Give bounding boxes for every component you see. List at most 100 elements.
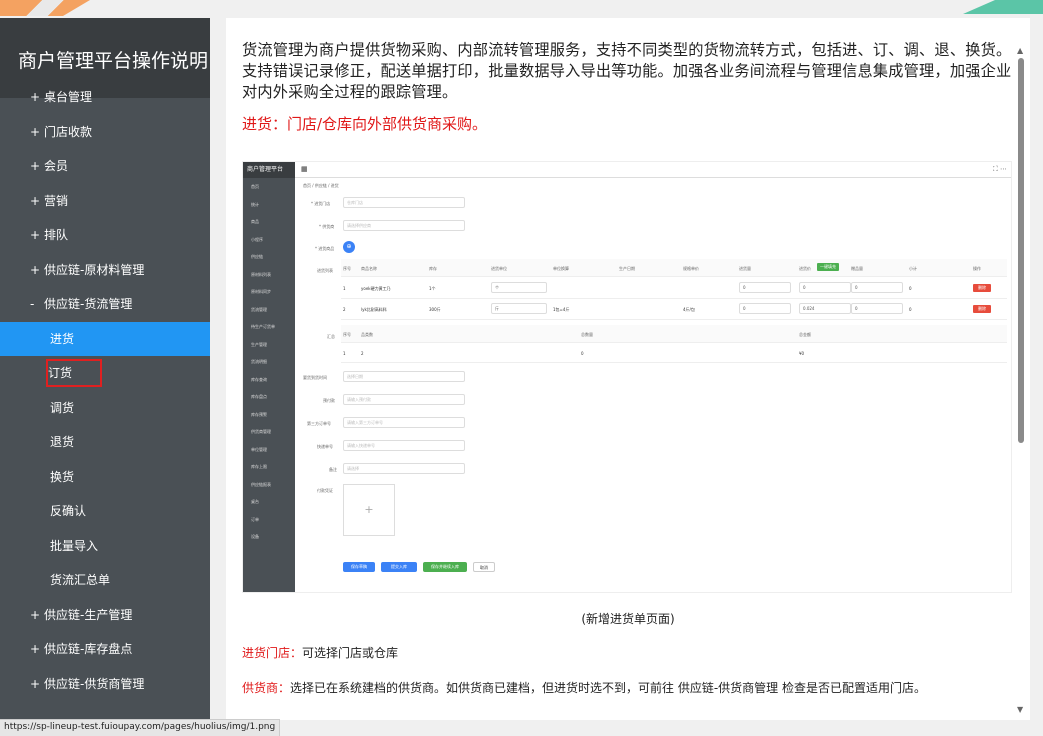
supplier-select[interactable]: 请选择供应商	[343, 220, 465, 231]
form-button[interactable]: 提交入库	[381, 562, 417, 572]
sidebar-item[interactable]: + 桌台管理	[0, 80, 210, 115]
embedded-menu-item[interactable]: 待生产订货单	[243, 318, 295, 336]
embedded-menu-item[interactable]: 供应链	[243, 248, 295, 266]
top-left-decoration	[0, 0, 90, 16]
form-button[interactable]: 取消	[473, 562, 495, 572]
table-header: 进货单位	[491, 266, 507, 271]
third-order-input[interactable]: 请输入第三方订单号	[343, 417, 465, 428]
voucher-upload[interactable]: +	[343, 484, 395, 536]
embedded-menu-item[interactable]: 货流明细	[243, 353, 295, 371]
supplier-desc: 选择已在系统建档的供货商。如供货商已建档，但进货时选不到，可前往 供应链-供货商…	[290, 681, 926, 695]
table-header: 商品名称	[361, 266, 377, 271]
delete-button[interactable]: 删除	[973, 284, 991, 292]
table-cell: 0	[909, 307, 912, 312]
embedded-menu-item[interactable]: 订单	[243, 511, 295, 529]
qty-input[interactable]: 0	[799, 282, 851, 293]
sidebar-item-label: 供应链-供货商管理	[44, 676, 145, 691]
embedded-menu-item[interactable]: 原材料同步	[243, 283, 295, 301]
goods-label: * 进货商品	[315, 246, 335, 251]
sidebar-item[interactable]: 换货	[0, 460, 210, 495]
sidebar-item-label: 营销	[44, 193, 69, 208]
screenshot-caption: (新增进货单页面)	[581, 612, 675, 626]
qty-input[interactable]: 0	[739, 303, 791, 314]
sidebar-item-label: 批量导入	[50, 538, 99, 553]
embedded-menu-item[interactable]: 单位管理	[243, 441, 295, 459]
express-label: 快递单号	[317, 444, 333, 449]
qty-input[interactable]: 0	[851, 282, 903, 293]
sidebar-item[interactable]: 进货	[0, 321, 210, 356]
scrollbar[interactable]: ▲ ▼	[1017, 46, 1024, 714]
embedded-menu-item[interactable]: 库存盘点	[243, 388, 295, 406]
express-input[interactable]: 请输入快递单号	[343, 440, 465, 451]
embedded-menu-item[interactable]: 供应链报表	[243, 476, 295, 494]
scroll-thumb[interactable]	[1018, 58, 1024, 443]
section-title: 进货：门店/仓库向外部供货商采购。	[242, 115, 488, 133]
embedded-menu-item[interactable]: 首页	[243, 178, 295, 196]
embedded-menu-item[interactable]: 生产管理	[243, 336, 295, 354]
sidebar-item[interactable]: 调货	[0, 391, 210, 426]
sidebar-item-label: 供应链-库存盘点	[44, 642, 133, 656]
add-goods-button[interactable]: ⊕	[343, 241, 355, 253]
sidebar-item[interactable]: + 供应链-原材料管理	[0, 253, 210, 288]
remark-select[interactable]: 请选择	[343, 463, 465, 474]
prepay-input[interactable]: 请输入预付款	[343, 394, 465, 405]
quick-fill-button[interactable]: 一键填充	[817, 263, 839, 271]
sidebar-item[interactable]: + 供应链-生产管理	[0, 598, 210, 633]
table-cell: 0	[909, 286, 912, 291]
sidebar-item[interactable]: + 门店收款	[0, 115, 210, 150]
sidebar-item[interactable]: 货流汇总单	[0, 563, 210, 598]
embedded-menu-item[interactable]: 原材料列表	[243, 266, 295, 284]
embedded-breadcrumb: 首页 / 供应链 / 进货	[303, 183, 339, 188]
intro-paragraph: 货流管理为商户提供货物采购、内部流转管理服务，支持不同类型的货物流转方式，包括进…	[242, 41, 1012, 101]
sidebar-item-prefix: +	[30, 642, 41, 656]
delete-button[interactable]: 删除	[973, 305, 991, 313]
sidebar-item[interactable]: + 供应链-供货商管理	[0, 667, 210, 702]
sidebar-item-label: 供应链-原材料管理	[44, 262, 145, 277]
third-order-label: 第三方订单号	[307, 421, 331, 426]
store-select[interactable]: 仓库门店	[343, 197, 465, 208]
store-paragraph: 进货门店：可选择门店或仓库	[242, 644, 398, 661]
embedded-menu-item[interactable]: 设备	[243, 528, 295, 546]
sidebar-item[interactable]: 反确认	[0, 494, 210, 529]
table-header: 规格单价	[683, 266, 699, 271]
qty-input[interactable]: 0	[739, 282, 791, 293]
sidebar-item-label: 退货	[50, 435, 75, 449]
embedded-menu-item[interactable]: 库存查询	[243, 371, 295, 389]
sidebar-item[interactable]: + 供应链-库存盘点	[0, 632, 210, 667]
date-input[interactable]: 选择日期	[343, 371, 465, 382]
embedded-menu-item[interactable]: 商品	[243, 213, 295, 231]
sidebar-item-label: 进货	[50, 331, 75, 346]
unit-select[interactable]: 个	[491, 282, 547, 293]
sidebar-item[interactable]: + 排队	[0, 218, 210, 253]
embedded-menu-item[interactable]: 统计	[243, 196, 295, 214]
qty-input[interactable]: 0	[851, 303, 903, 314]
sidebar-item-label: 供应链-货流管理	[44, 297, 133, 311]
form-button[interactable]: 保存草稿	[343, 562, 375, 572]
embedded-menu-item[interactable]: 小程序	[243, 231, 295, 249]
sidebar-item[interactable]: 退货	[0, 425, 210, 460]
sidebar-item[interactable]: - 供应链-货流管理	[0, 287, 210, 322]
scroll-down-icon[interactable]: ▼	[1017, 705, 1023, 714]
table-header: 库存	[429, 266, 437, 271]
embedded-menu-item[interactable]: 库存上限	[243, 458, 295, 476]
qty-input[interactable]: 0.024	[799, 303, 851, 314]
unit-select[interactable]: 斤	[491, 303, 547, 314]
sidebar-item[interactable]: + 会员	[0, 149, 210, 184]
sidebar-item[interactable]: + 营销	[0, 184, 210, 219]
sidebar-item-label: 桌台管理	[44, 90, 93, 104]
top-right-decoration	[963, 0, 1043, 14]
embedded-menu-item[interactable]: 桌台	[243, 493, 295, 511]
sidebar-item-label: 换货	[50, 469, 75, 484]
prepay-label: 预付款	[323, 398, 335, 403]
scroll-up-icon[interactable]: ▲	[1017, 46, 1023, 55]
sidebar-item[interactable]: 订货	[0, 356, 210, 391]
table-row	[341, 325, 1007, 343]
embedded-menu-item[interactable]: 货流管理	[243, 301, 295, 319]
sidebar-item-prefix: +	[30, 159, 41, 173]
summary-header: 总数量	[581, 332, 593, 337]
sidebar-item[interactable]: 批量导入	[0, 529, 210, 564]
embedded-menu-item[interactable]: 供货商管理	[243, 423, 295, 441]
sidebar-item-label: 会员	[44, 159, 69, 173]
form-button[interactable]: 保存并继续入库	[423, 562, 467, 572]
embedded-menu-item[interactable]: 库存预警	[243, 406, 295, 424]
